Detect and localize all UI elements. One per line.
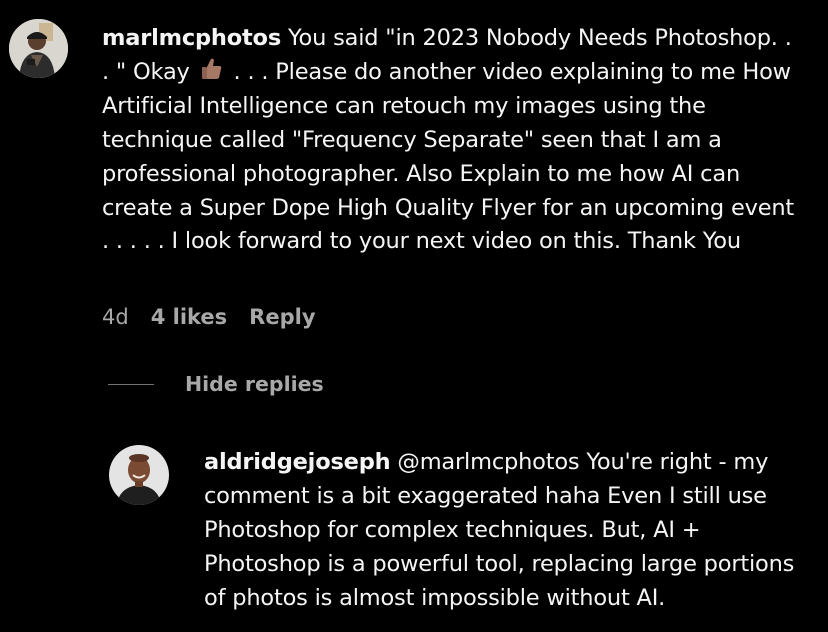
reply-button[interactable]: Reply	[249, 305, 315, 329]
comment-meta-row: 4d 4 likes Reply	[102, 305, 338, 329]
hide-replies-toggle[interactable]: Hide replies	[108, 372, 324, 396]
reply-avatar[interactable]	[109, 445, 169, 505]
user-avatar-photo-icon	[9, 19, 68, 78]
reply-username[interactable]: aldridgejoseph	[204, 449, 391, 475]
commenter-avatar[interactable]	[9, 19, 68, 78]
user-avatar-photo-icon	[109, 445, 169, 505]
hide-replies-label: Hide replies	[185, 372, 324, 396]
comment-likes-link[interactable]: 4 likes	[151, 305, 227, 329]
reply-body: aldridgejoseph @marlmcphotos You're righ…	[204, 446, 814, 616]
comment-text-part2: . . . Please do another video explaining…	[102, 58, 801, 255]
replies-divider-line	[108, 383, 154, 385]
thumbs-up-icon	[199, 56, 225, 82]
comment-username[interactable]: marlmcphotos	[102, 25, 281, 51]
comment-body: marlmcphotos You said "in 2023 Nobody Ne…	[102, 22, 802, 259]
comment-age: 4d	[102, 305, 129, 329]
